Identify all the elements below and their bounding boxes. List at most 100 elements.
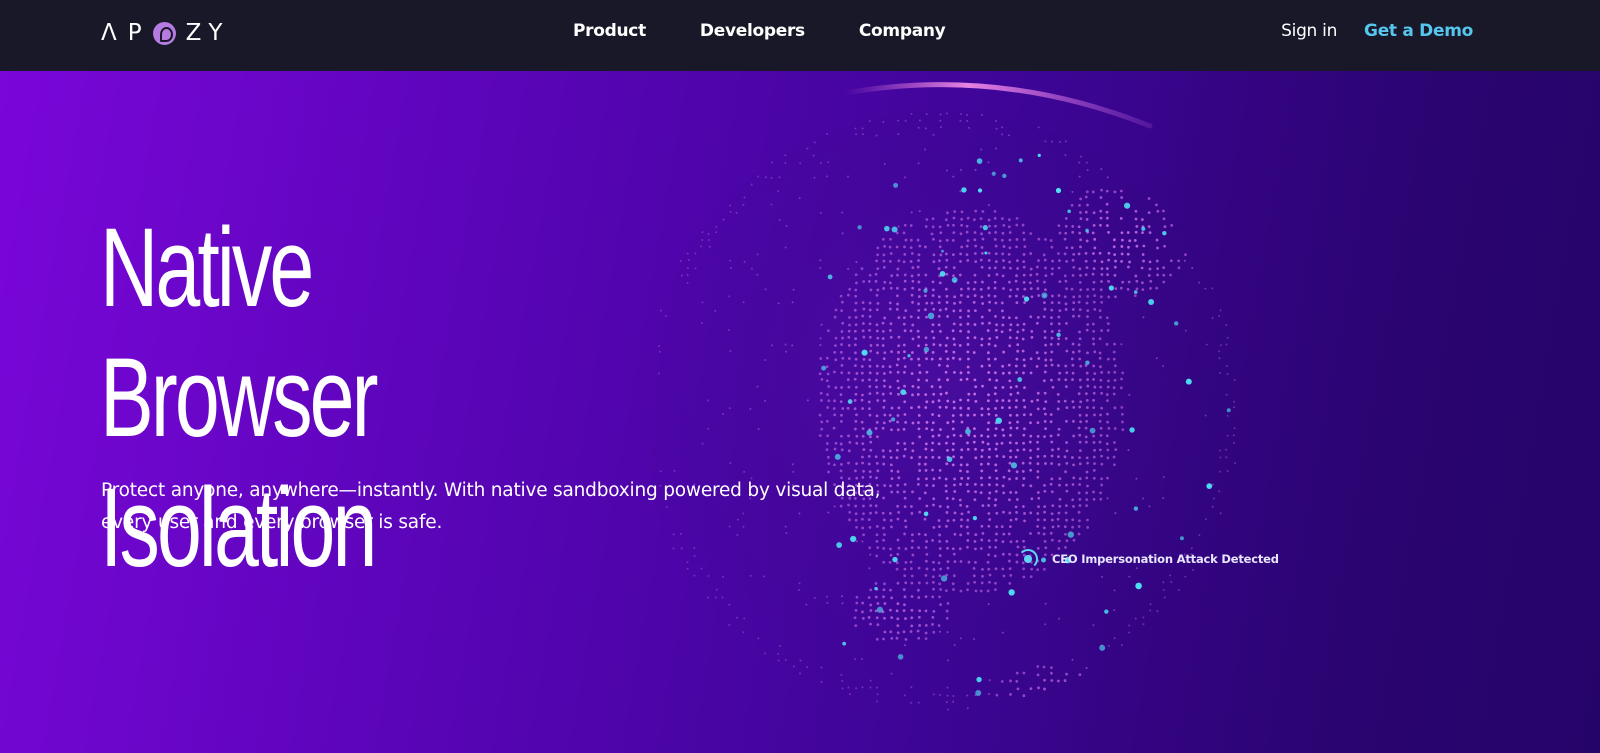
globe-dot [994, 301, 998, 305]
globe-dot [1169, 574, 1172, 577]
globe-dot [972, 567, 976, 570]
globe-dot [1092, 469, 1096, 472]
globe-dot [1113, 427, 1117, 430]
globe-dot [1065, 449, 1069, 453]
globe-dot [1035, 351, 1039, 355]
globe-dot [1058, 309, 1062, 312]
globe-dot [960, 245, 964, 249]
sign-in-link[interactable]: Sign in [1281, 21, 1337, 41]
globe-dot [1071, 525, 1074, 529]
globe-dot [888, 385, 892, 389]
globe-dot [1113, 609, 1116, 612]
get-a-demo-link[interactable]: Get a Demo [1364, 21, 1473, 41]
globe-dot [994, 469, 998, 473]
activity-point [893, 182, 899, 188]
globe-dot [924, 336, 928, 340]
globe-dot [1022, 575, 1026, 579]
globe-dot [1002, 510, 1005, 514]
globe-dot [995, 127, 998, 130]
globe-dot [834, 441, 838, 445]
globe-dot [735, 211, 738, 214]
globe-dot [937, 301, 941, 305]
globe-dot [966, 694, 969, 697]
globe-dot [993, 357, 997, 361]
globe-dot [1009, 266, 1012, 270]
globe-dot [974, 589, 978, 593]
globe-dot [1008, 328, 1012, 332]
globe-dot [819, 161, 822, 164]
globe-dot [841, 595, 844, 598]
globe-dot [993, 344, 997, 348]
globe-dot [981, 237, 985, 241]
globe-dot [1001, 133, 1004, 136]
globe-dot [1002, 434, 1006, 437]
globe-dot [1127, 449, 1130, 452]
globe-dot [791, 301, 794, 304]
globe-dot [1072, 419, 1075, 423]
globe-dot [890, 596, 894, 600]
globe-dot [1050, 518, 1054, 522]
globe-dot [805, 603, 808, 606]
globe-dot [854, 323, 858, 327]
globe-dot [932, 568, 936, 571]
globe-dot [967, 314, 970, 318]
globe-dot [1023, 427, 1026, 431]
globe-dot [1016, 687, 1020, 691]
globe-dot [876, 246, 880, 250]
globe-dot [994, 427, 998, 430]
globe-dot [1001, 323, 1005, 327]
globe-dot [895, 567, 899, 571]
globe-dot [903, 223, 907, 227]
activity-point [946, 456, 953, 463]
globe-dot [895, 294, 899, 298]
activity-point [842, 641, 847, 646]
globe-dot [1037, 357, 1041, 360]
globe-dot [945, 258, 949, 262]
globe-dot [1078, 337, 1082, 341]
globe-dot [1078, 175, 1081, 178]
globe-dot [987, 539, 991, 543]
globe-dot [924, 393, 928, 397]
globe-dot [833, 351, 837, 354]
apozy-logo[interactable]: Λ P ZY [101, 20, 229, 46]
nav-developers-link[interactable]: Developers [700, 21, 805, 41]
globe-dot [833, 447, 837, 451]
globe-dot [1050, 301, 1054, 305]
globe-dot [1077, 314, 1081, 318]
globe-dot [1028, 461, 1032, 465]
globe-dot [897, 392, 900, 396]
globe-dot [993, 238, 997, 241]
globe-dot [1078, 161, 1081, 164]
globe-dot [952, 588, 955, 591]
globe-dot [1029, 267, 1033, 271]
globe-dot [896, 379, 900, 383]
globe-dot [959, 315, 962, 319]
globe-dot [987, 412, 991, 416]
globe-visual [640, 71, 1300, 753]
nav-company-link[interactable]: Company [859, 21, 946, 41]
globe-dot [1072, 463, 1075, 467]
globe-dot [1036, 476, 1040, 479]
globe-dot [966, 365, 970, 369]
globe-dot [938, 595, 941, 599]
globe-dot [1064, 470, 1067, 474]
globe-dot [902, 231, 906, 235]
nav-product-link[interactable]: Product [573, 21, 646, 41]
globe-dot [896, 420, 900, 424]
globe-dot [1070, 287, 1074, 291]
globe-dot [875, 391, 879, 395]
globe-dot [853, 343, 857, 347]
globe-dot [910, 456, 913, 460]
globe-dot [994, 252, 998, 256]
globe-dot [1043, 687, 1046, 691]
globe-dot [792, 288, 795, 291]
globe-dot [925, 113, 928, 116]
globe-dot [1022, 539, 1025, 543]
globe-dot [1204, 287, 1207, 290]
globe-dot [1029, 421, 1032, 425]
globe-dot [1064, 308, 1068, 311]
globe-dot [1211, 287, 1214, 290]
globe-dot [1071, 342, 1075, 346]
globe-dot [917, 259, 920, 262]
globe-dot [1029, 273, 1033, 277]
